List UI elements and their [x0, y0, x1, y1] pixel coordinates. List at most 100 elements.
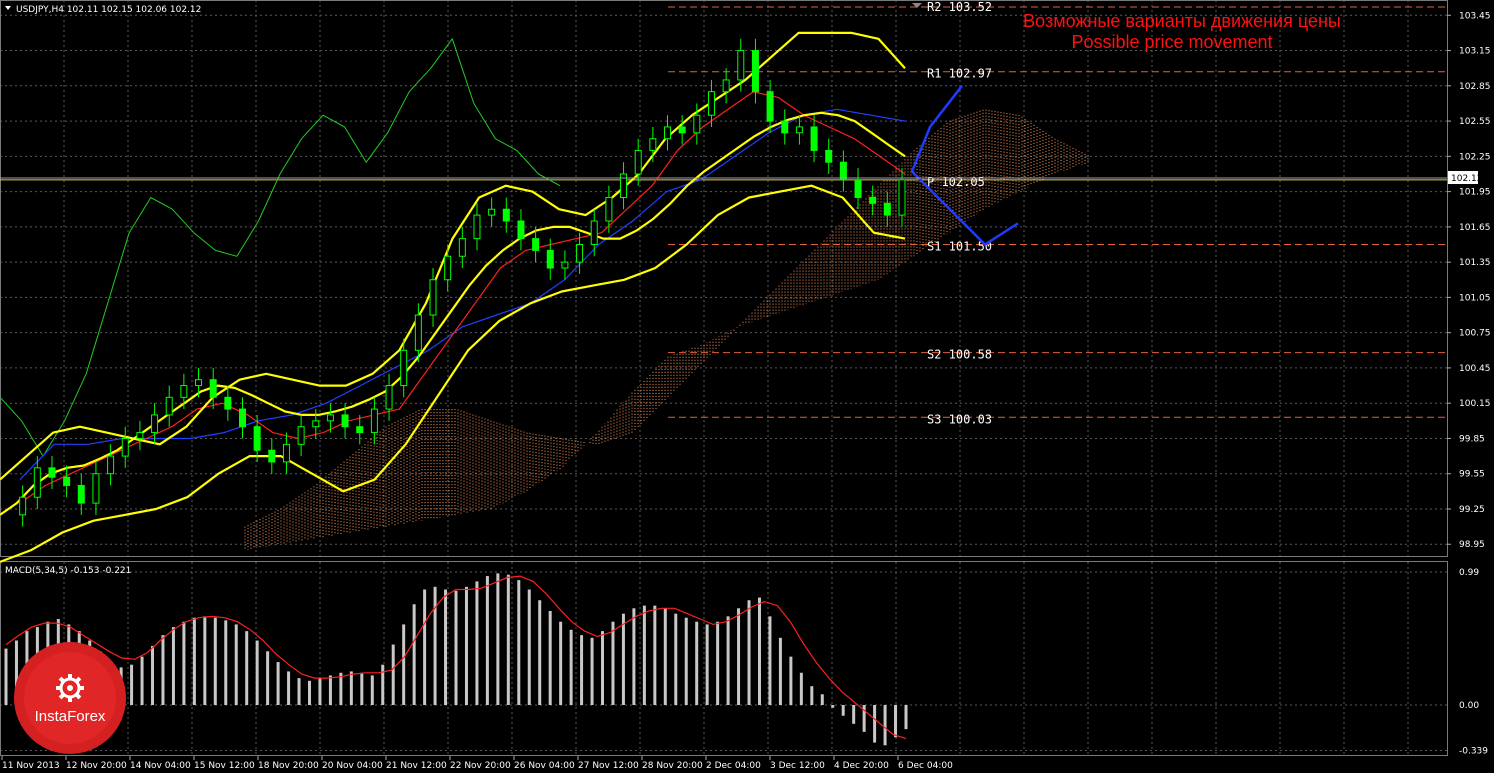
- macd-bar: [590, 637, 594, 705]
- macd-bar: [653, 605, 657, 705]
- macd-bar: [444, 589, 448, 705]
- macd-label: MACD(5,34,5) -0.153 -0.221: [5, 566, 131, 576]
- macd-histogram: [4, 573, 908, 746]
- macd-bar: [475, 581, 479, 705]
- level-label-r2: R2 103.52: [927, 0, 992, 14]
- macd-bar: [726, 616, 730, 705]
- macd-bar: [4, 648, 8, 705]
- macd-bar: [423, 589, 427, 705]
- x-tick-label: 22 Nov 20:00: [450, 761, 511, 771]
- macd-bar: [255, 640, 259, 705]
- candle-body: [810, 126, 818, 151]
- x-tick-label: 21 Nov 12:00: [386, 761, 447, 771]
- logo-text: InstaForex: [35, 708, 106, 725]
- candle-body: [312, 420, 320, 428]
- macd-bar: [213, 617, 217, 705]
- y-tick-label: 102.55: [1459, 117, 1491, 127]
- chikou-line: [0, 38, 561, 457]
- candle-body: [707, 91, 715, 116]
- macd-bar: [873, 705, 877, 743]
- instaforex-logo: InstaForex: [14, 642, 126, 754]
- y-tick-label: 103.45: [1459, 11, 1491, 21]
- macd-bar: [297, 678, 301, 705]
- x-tick-label: 3 Dec 12:00: [770, 761, 825, 771]
- macd-bar: [642, 605, 646, 705]
- macd-bar: [789, 656, 793, 705]
- macd-y-tick-label: 0.99: [1459, 568, 1479, 578]
- candle-body: [92, 473, 100, 504]
- y-tick-label: 99.25: [1459, 505, 1485, 515]
- y-tick-label: 98.95: [1459, 540, 1485, 550]
- macd-bar: [705, 624, 709, 705]
- y-axis-ticks: 103.45 103.15 102.85 102.55 102.25 101.95 101.…: [1447, 11, 1491, 550]
- x-tick-label: 2 Dec 04:00: [706, 761, 761, 771]
- candle-body: [854, 179, 862, 198]
- macd-bar: [517, 580, 521, 705]
- candle-body: [883, 202, 891, 216]
- level-label-s2: S2 100.58: [927, 348, 992, 362]
- candle-body: [898, 179, 906, 216]
- candle-body: [605, 196, 613, 222]
- macd-bar: [569, 629, 573, 705]
- candle-body: [502, 208, 510, 222]
- macd-bar: [485, 576, 489, 705]
- forecast-up: [910, 85, 963, 173]
- macd-bar: [370, 675, 374, 705]
- macd-bar: [454, 590, 458, 705]
- macd-bar: [632, 608, 636, 705]
- macd-bar: [852, 705, 856, 724]
- macd-bar: [601, 631, 605, 705]
- y-tick-label: 100.75: [1459, 329, 1491, 339]
- macd-bar: [245, 631, 249, 705]
- macd-bar: [674, 613, 678, 705]
- macd-bar: [203, 616, 207, 705]
- candle-body: [722, 79, 730, 93]
- dropdown-triangle-icon[interactable]: [5, 6, 11, 10]
- level-label-r1: R1 102.97: [927, 67, 992, 81]
- macd-bar: [548, 610, 552, 705]
- current-price-label: 102.12: [1451, 174, 1483, 184]
- macd-bar: [506, 574, 510, 705]
- macd-bar: [527, 589, 531, 705]
- candle-body: [326, 414, 334, 422]
- macd-bar: [559, 621, 563, 705]
- macd-bar: [663, 608, 667, 705]
- candle-body: [488, 208, 496, 216]
- macd-bar: [799, 672, 803, 705]
- macd-bar: [716, 621, 720, 705]
- macd-y-tick-label: 0.00: [1459, 701, 1479, 711]
- candle-body: [532, 238, 540, 251]
- macd-bar: [318, 678, 322, 705]
- candle-body: [238, 408, 246, 428]
- macd-bar: [328, 675, 332, 705]
- candle-body: [77, 484, 85, 504]
- macd-bar: [307, 680, 311, 705]
- candlesticks: [19, 38, 906, 527]
- candle-body: [458, 238, 466, 257]
- macd-bar: [904, 705, 908, 730]
- macd-bar: [412, 604, 416, 705]
- macd-bar: [580, 635, 584, 705]
- candle-body: [620, 173, 628, 198]
- candle-body: [400, 349, 408, 387]
- macd-bar: [695, 621, 699, 705]
- macd-bar: [464, 586, 468, 705]
- candle-body: [825, 149, 833, 163]
- macd-bar: [276, 662, 280, 705]
- macd-bar: [810, 686, 814, 705]
- macd-bar: [433, 586, 437, 705]
- macd-bar: [768, 616, 772, 705]
- candle-body: [121, 437, 129, 457]
- x-tick-label: 27 Nov 12:00: [578, 761, 639, 771]
- x-tick-label: 20 Nov 04:00: [322, 761, 383, 771]
- x-tick-label: 6 Dec 04:00: [898, 761, 953, 771]
- level-label-s3: S3 100.03: [927, 412, 992, 426]
- candle-body: [869, 196, 877, 204]
- y-tick-label: 101.95: [1459, 188, 1491, 198]
- candle-body: [546, 249, 554, 269]
- tenkan-line: [19, 91, 906, 504]
- candle-body: [63, 476, 71, 486]
- macd-bar: [140, 656, 144, 705]
- macd-bar: [381, 664, 385, 705]
- macd-bar: [339, 672, 343, 705]
